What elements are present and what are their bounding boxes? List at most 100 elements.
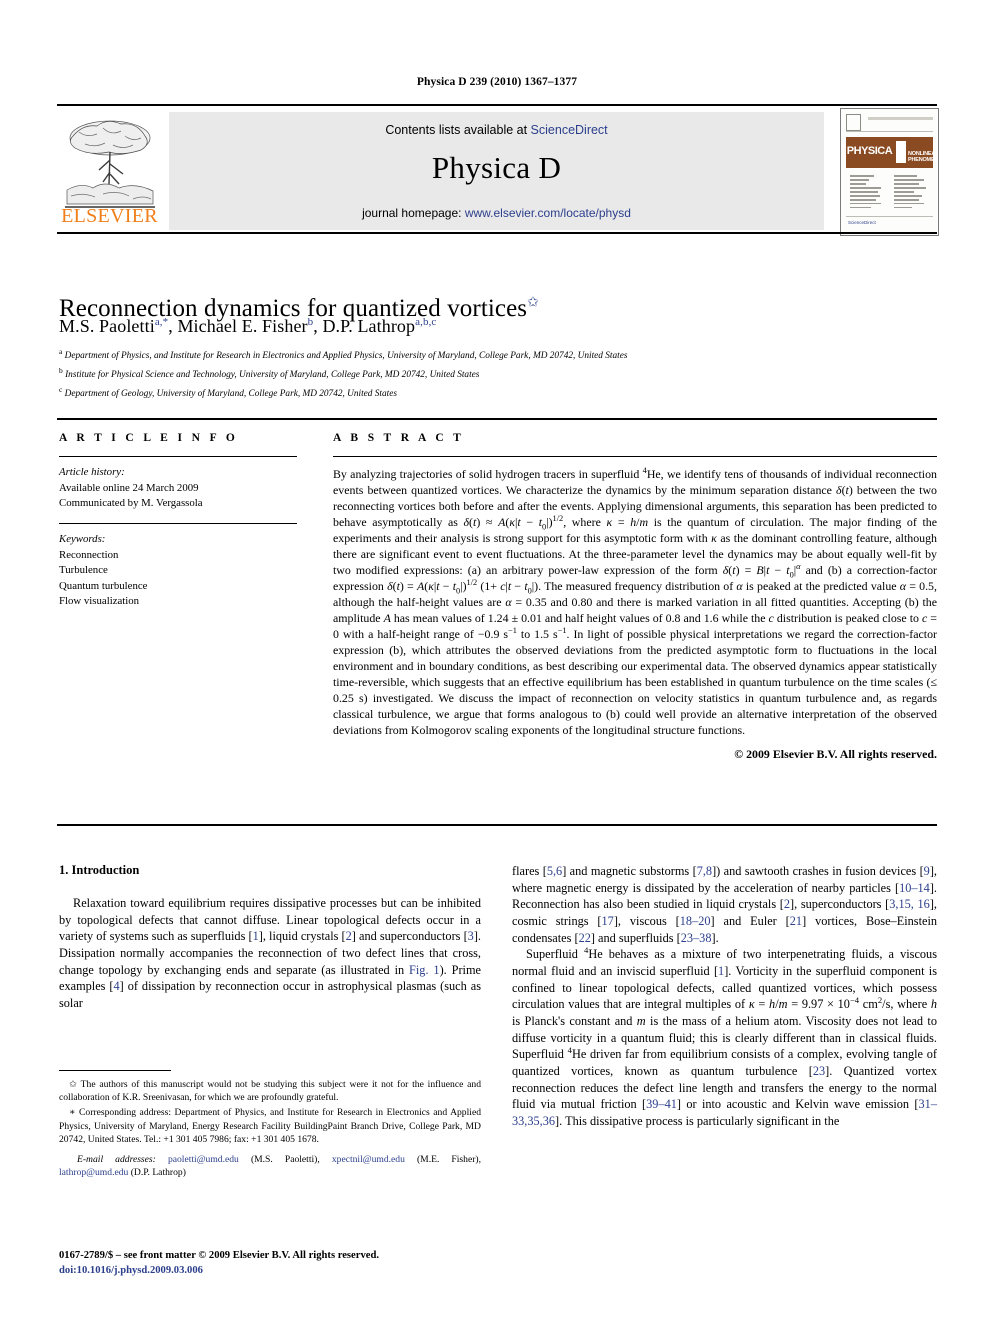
- keywords-rule: [59, 522, 297, 524]
- author-name-3: D.P. Lathrop: [322, 316, 416, 336]
- keyword-item: Turbulence: [59, 564, 108, 577]
- affiliation-mark-c: c: [59, 385, 63, 395]
- citation-link[interactable]: 9: [924, 864, 930, 878]
- cover-issue-line: [868, 117, 933, 120]
- citation-link[interactable]: 21: [790, 914, 802, 928]
- email-owner: (M.S. Paoletti): [250, 1154, 318, 1166]
- email-owner: (D.P. Lathrop): [130, 1167, 186, 1179]
- citation-link[interactable]: 5,6: [547, 864, 562, 878]
- elsevier-logo: ELSEVIER: [57, 112, 162, 230]
- footnote-divider: [59, 1070, 171, 1071]
- article-info-column: A R T I C L E I N F O Article history: A…: [59, 432, 297, 610]
- citation-link[interactable]: 22: [579, 931, 591, 945]
- journal-masthead: ELSEVIER Contents lists available at Sci…: [57, 104, 939, 236]
- abstract-column: A B S T R A C T By analyzing trajectorie…: [333, 432, 937, 762]
- footnote-asterisk-symbol: ∗: [69, 1107, 76, 1119]
- citation-link[interactable]: 4: [114, 979, 120, 993]
- body-column-right: flares [5,6] and magnetic substorms [7,8…: [512, 863, 937, 1130]
- affiliation-a: a Department of Physics, and Institute f…: [59, 346, 939, 365]
- citation-link[interactable]: 31– 33,35,36: [512, 1097, 937, 1128]
- citation-link[interactable]: 23–38: [681, 931, 712, 945]
- intro-paragraph-1-cont: flares [5,6] and magnetic substorms [7,8…: [512, 864, 938, 945]
- cover-logo-box: [846, 114, 861, 131]
- email-link[interactable]: xpectnil@umd.edu: [332, 1154, 405, 1165]
- homepage-prefix: journal homepage:: [362, 206, 465, 220]
- affiliation-text-a: Department of Physics, and Institute for…: [64, 351, 628, 362]
- sciencedirect-link[interactable]: ScienceDirect: [531, 123, 608, 137]
- keyword-item: Flow visualization: [59, 595, 140, 608]
- elsevier-wordmark: ELSEVIER: [61, 205, 158, 227]
- citation-link[interactable]: 17: [602, 914, 614, 928]
- keywords-label: Keywords:: [59, 532, 106, 545]
- cover-subtitle-text: NONLINEAR PHENOMENA: [908, 151, 939, 163]
- journal-homepage-line: journal homepage: www.elsevier.com/locat…: [169, 206, 824, 220]
- citation-link[interactable]: 23: [813, 1064, 825, 1078]
- contents-prefix: Contents lists available at: [385, 123, 531, 137]
- abstract-body: By analyzing trajectories of solid hydro…: [333, 466, 937, 737]
- intro-paragraph-2: Superfluid 4He behaves as a mixture of t…: [512, 945, 937, 1128]
- author-marks-2: b: [307, 316, 314, 328]
- cover-top-bar: [846, 114, 933, 132]
- author-name-2: Michael E. Fisher: [177, 316, 308, 336]
- affiliation-mark-b: b: [59, 366, 63, 376]
- cover-contents-lines: [850, 175, 929, 215]
- cover-sciencedirect-text: ScienceDirect: [848, 220, 876, 225]
- abstract-rule: [333, 456, 937, 457]
- contents-available-line: Contents lists available at ScienceDirec…: [169, 123, 824, 137]
- intro-paragraph-1: Relaxation toward equilibrium requires d…: [59, 896, 481, 1010]
- journal-homepage-link[interactable]: www.elsevier.com/locate/physd: [465, 206, 631, 220]
- journal-title: Physica D: [431, 150, 562, 185]
- footnote-email-addresses: E-mail addresses: paoletti@umd.edu (M.S.…: [59, 1154, 482, 1179]
- footnote-corresponding-address: ∗ Corresponding address: Department of P…: [59, 1107, 481, 1145]
- section-heading-introduction: 1. Introduction: [59, 863, 140, 877]
- author-list: M.S. Paolettia,*, Michael E. Fisherb, D.…: [59, 316, 437, 336]
- affiliation-b: b Institute for Physical Science and Tec…: [59, 365, 939, 384]
- footnote-acknowledgement: ✩ The authors of this manuscript would n…: [59, 1079, 481, 1104]
- keyword-item: Quantum turbulence: [59, 579, 148, 592]
- article-history-available: Available online 24 March 2009: [59, 481, 199, 494]
- citation-link[interactable]: 1: [253, 929, 259, 943]
- footnote-block: ✩ The authors of this manuscript would n…: [59, 1078, 481, 1180]
- page-footer: 0167-2789/$ – see front matter © 2009 El…: [59, 1248, 559, 1278]
- info-divider: [57, 418, 937, 420]
- author-marks-3: a,b,c: [415, 316, 437, 328]
- footnote-star-symbol: ✩: [69, 1079, 78, 1090]
- figure-link[interactable]: Fig. 1: [409, 963, 440, 977]
- body-column-left: 1. Introduction Relaxation toward equili…: [59, 863, 481, 1012]
- affiliation-mark-a: a: [59, 347, 63, 356]
- title-divider: [57, 232, 937, 234]
- journal-cover-thumbnail: PHYSICA NONLINEAR PHENOMENA ScienceDirec…: [840, 108, 939, 236]
- abstract-end-divider: [57, 824, 937, 826]
- affiliation-list: a Department of Physics, and Institute f…: [59, 346, 939, 403]
- cover-title-band: PHYSICA NONLINEAR PHENOMENA: [846, 137, 939, 168]
- article-history-label: Article history:: [59, 466, 125, 478]
- cover-volume-letter-box: [896, 141, 906, 163]
- elsevier-tree-icon: [65, 120, 155, 208]
- cover-footer: ScienceDirect: [846, 216, 933, 231]
- citation-link[interactable]: 2: [346, 929, 352, 943]
- abstract-heading: A B S T R A C T: [333, 432, 465, 444]
- email-owner: (M.E. Fisher): [416, 1154, 479, 1166]
- email-link[interactable]: paoletti@umd.edu: [168, 1154, 239, 1165]
- citation-link[interactable]: 18–20: [680, 914, 711, 928]
- running-head: Physica D 239 (2010) 1367–1377: [416, 76, 578, 88]
- citation-link[interactable]: 2: [784, 897, 790, 911]
- cover-physica-text: PHYSICA: [846, 145, 893, 157]
- citation-link[interactable]: 3,15, 16: [889, 897, 930, 911]
- article-info-rule: [59, 456, 297, 457]
- citation-link[interactable]: 39–41: [646, 1097, 677, 1111]
- title-footnote-mark: ✩: [527, 295, 539, 311]
- email-link[interactable]: lathrop@umd.edu: [59, 1167, 128, 1178]
- citation-link[interactable]: 7,8: [697, 864, 712, 878]
- author-name-1: M.S. Paoletti: [59, 316, 155, 336]
- affiliation-text-b: Institute for Physical Science and Techn…: [65, 370, 480, 381]
- article-info-heading: A R T I C L E I N F O: [59, 432, 239, 444]
- citation-link[interactable]: 10–14: [899, 881, 930, 895]
- keyword-item: Reconnection: [59, 548, 119, 561]
- citation-link[interactable]: 1: [718, 964, 724, 978]
- abstract-copyright: © 2009 Elsevier B.V. All rights reserved…: [734, 747, 937, 761]
- affiliation-c: c Department of Geology, University of M…: [59, 384, 939, 403]
- article-page: Physica D 239 (2010) 1367–1377 ELSEVIER …: [0, 0, 992, 1323]
- doi-link[interactable]: doi:10.1016/j.physd.2009.03.006: [59, 1263, 559, 1278]
- citation-link[interactable]: 3: [468, 929, 474, 943]
